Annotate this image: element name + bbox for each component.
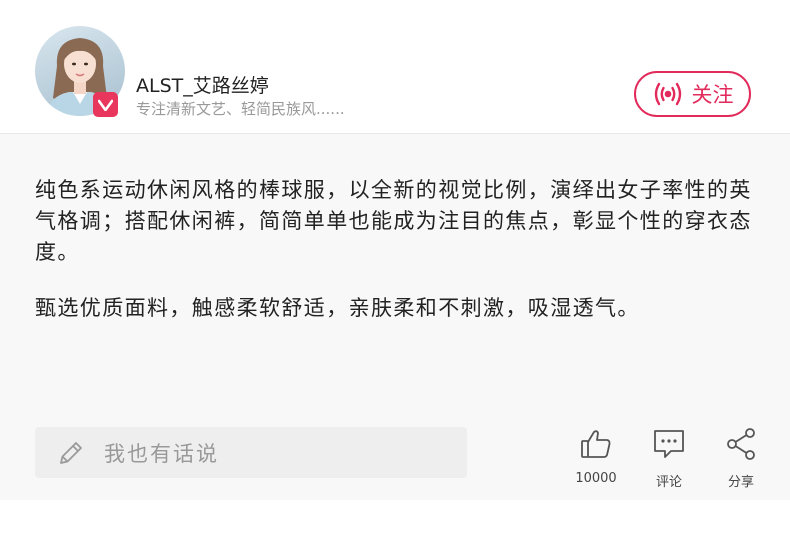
post-page: ALST_艾路丝婷 专注清新文艺、轻简民族风...... 关注 纯色系运动休闲风…: [0, 0, 790, 537]
comment-button[interactable]: 评论: [643, 427, 695, 490]
comment-label: 评论: [655, 475, 682, 490]
follow-button[interactable]: 关注: [634, 71, 751, 117]
post-paragraph: 甄选优质面料，触感柔软舒适，亲肤柔和不刺激，吸湿透气。: [35, 296, 640, 320]
share-button[interactable]: 分享: [715, 427, 767, 490]
share-label: 分享: [727, 475, 754, 490]
bottom-spacer: [0, 500, 790, 537]
verified-badge-icon: [93, 92, 118, 117]
author-description: 专注清新文艺、轻简民族风......: [136, 100, 345, 118]
share-icon: [724, 427, 758, 465]
post-body: 纯色系运动休闲风格的棒球服，以全新的视觉比例，演绎出女子率性的英气格调；搭配休闲…: [0, 134, 790, 500]
pencil-icon: [56, 438, 86, 468]
author-header: ALST_艾路丝婷 专注清新文艺、轻简民族风...... 关注: [0, 0, 790, 134]
broadcast-icon: [652, 81, 684, 107]
post-paragraph: 纯色系运动休闲风格的棒球服，以全新的视觉比例，演绎出女子率性的英气格调；搭配休闲…: [35, 178, 752, 264]
thumbs-up-icon: [579, 427, 613, 465]
like-count: 10000: [575, 471, 617, 486]
author-name[interactable]: ALST_艾路丝婷: [136, 71, 269, 98]
comment-input[interactable]: 我也有话说: [35, 427, 467, 478]
comment-placeholder: 我也有话说: [104, 441, 219, 466]
comment-icon: [652, 427, 686, 465]
like-button[interactable]: 10000: [570, 427, 622, 486]
follow-label: 关注: [691, 83, 734, 107]
